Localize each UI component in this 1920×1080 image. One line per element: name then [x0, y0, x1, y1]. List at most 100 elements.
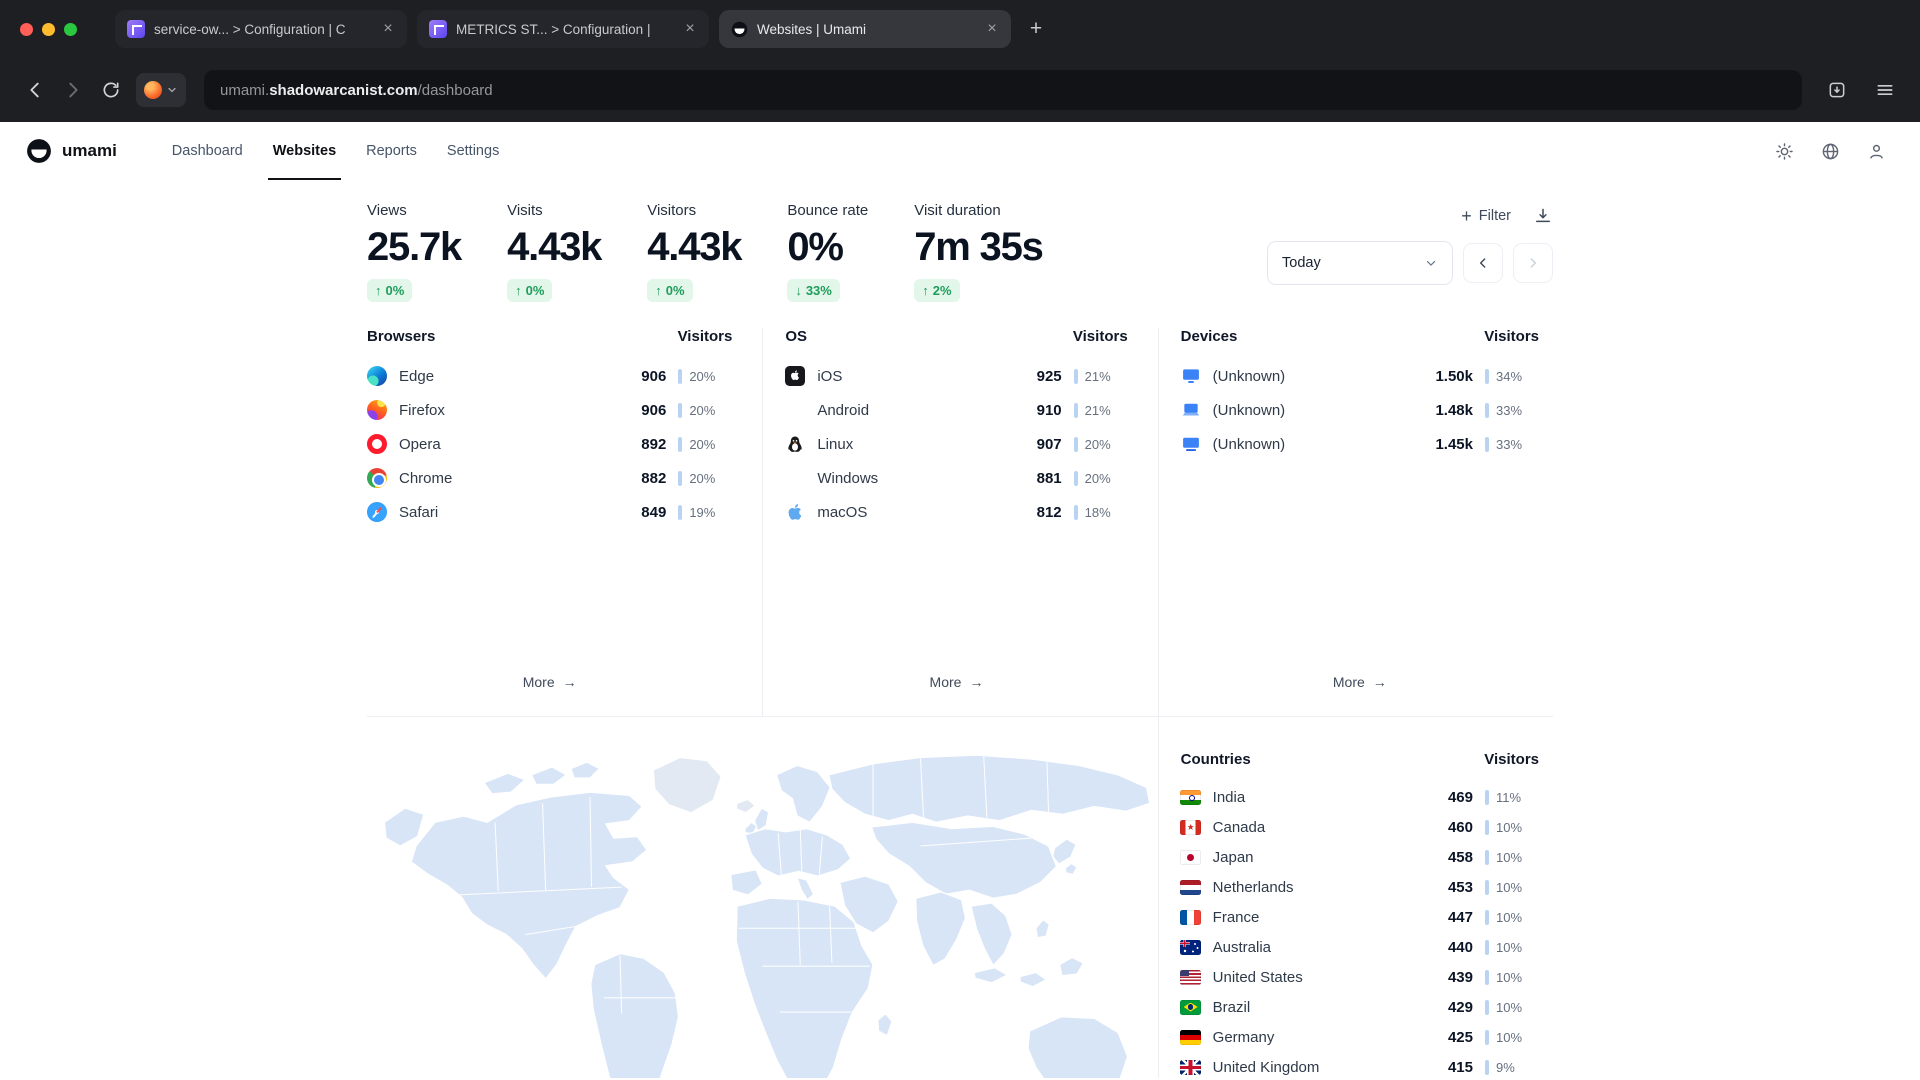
country-row[interactable]: Australia44010% — [1181, 932, 1539, 962]
coolify-favicon-icon — [429, 20, 447, 38]
country-row[interactable]: Japan45810% — [1181, 842, 1539, 872]
monitor-icon — [1181, 434, 1201, 454]
browsers-more-link[interactable]: More → — [523, 654, 577, 690]
chevron-down-icon — [166, 84, 178, 96]
umami-favicon-icon — [731, 21, 748, 38]
previous-period-button[interactable] — [1463, 243, 1503, 283]
profile-icon[interactable] — [1858, 133, 1894, 169]
devices-more-link[interactable]: More → — [1333, 654, 1387, 690]
metric-bounce-rate: Bounce rate0%↓33% — [787, 202, 868, 302]
browser-tab-active[interactable]: Websites | Umami × — [719, 10, 1011, 48]
os-list: iOS92521%Android91021%Linux90720%Windows… — [785, 359, 1127, 529]
profile-chip[interactable] — [136, 73, 186, 107]
toolbar-right-icons — [1820, 73, 1902, 107]
arrow-up-icon: ↑ — [922, 283, 929, 298]
theme-toggle-icon[interactable] — [1766, 133, 1802, 169]
metric-label: Visitors — [647, 202, 741, 219]
linux-icon — [785, 434, 805, 454]
browser-tab-1[interactable]: service-ow... > Configuration | C × — [115, 10, 407, 48]
brand-name: umami — [62, 141, 117, 161]
close-tab-icon[interactable]: × — [379, 21, 397, 37]
back-button[interactable] — [18, 73, 52, 107]
windows-icon — [785, 468, 805, 488]
browser-tab-2[interactable]: METRICS ST... > Configuration | × — [417, 10, 709, 48]
browsers-row[interactable]: Opera89220% — [367, 427, 732, 461]
panel-devices: DevicesVisitors(Unknown)1.50k34%(Unknown… — [1158, 328, 1553, 716]
country-name: France — [1213, 909, 1260, 926]
devices-row[interactable]: (Unknown)1.48k33% — [1181, 393, 1539, 427]
row-percent: 21% — [1074, 369, 1128, 384]
tab-label: Websites | Umami — [757, 22, 974, 37]
country-visitors-value: 447 — [1448, 909, 1473, 926]
metric-value: 0% — [787, 227, 868, 267]
percent-bar — [1074, 369, 1078, 384]
os-row[interactable]: Android91021% — [785, 393, 1127, 427]
percent-bar — [1074, 403, 1078, 418]
menu-icon[interactable] — [1868, 73, 1902, 107]
browsers-row[interactable]: Edge90620% — [367, 359, 732, 393]
percent-bar — [678, 471, 682, 486]
forward-button[interactable] — [56, 73, 90, 107]
new-tab-button[interactable]: + — [1021, 14, 1051, 44]
devices-list: (Unknown)1.50k34%(Unknown)1.48k33%(Unkno… — [1181, 359, 1539, 461]
country-percent: 9% — [1485, 1060, 1539, 1075]
export-download-icon[interactable] — [1533, 206, 1553, 226]
os-row[interactable]: Linux90720% — [785, 427, 1127, 461]
browsers-row[interactable]: Chrome88220% — [367, 461, 732, 495]
flag-us-icon — [1181, 967, 1201, 987]
metric-label: Visits — [507, 202, 601, 219]
percent-bar — [1485, 850, 1489, 865]
percent-bar — [678, 369, 682, 384]
row-label: (Unknown) — [1213, 368, 1286, 385]
nav-item-settings[interactable]: Settings — [432, 122, 514, 180]
flag-jp-icon — [1181, 847, 1201, 867]
language-globe-icon[interactable] — [1812, 133, 1848, 169]
zoom-window-button[interactable] — [64, 23, 77, 36]
close-window-button[interactable] — [20, 23, 33, 36]
country-visitors-value: 429 — [1448, 999, 1473, 1016]
nav-item-reports[interactable]: Reports — [351, 122, 432, 180]
os-row[interactable]: Windows88120% — [785, 461, 1127, 495]
minimize-window-button[interactable] — [42, 23, 55, 36]
country-row[interactable]: United Kingdom4159% — [1181, 1052, 1539, 1078]
close-tab-icon[interactable]: × — [681, 21, 699, 37]
row-percent: 20% — [1074, 437, 1128, 452]
extension-icon[interactable] — [1820, 73, 1854, 107]
row-label: (Unknown) — [1213, 402, 1286, 419]
date-range-select[interactable]: Today — [1267, 241, 1453, 285]
devices-row[interactable]: (Unknown)1.45k33% — [1181, 427, 1539, 461]
metric-change-badge: ↑0% — [367, 279, 412, 302]
url-path: /dashboard — [418, 82, 493, 99]
country-row[interactable]: India46911% — [1181, 782, 1539, 812]
country-row[interactable]: Canada46010% — [1181, 812, 1539, 842]
os-row[interactable]: iOS92521% — [785, 359, 1127, 393]
next-period-button[interactable] — [1513, 243, 1553, 283]
country-row[interactable]: France44710% — [1181, 902, 1539, 932]
percent-bar — [1485, 970, 1489, 985]
row-visitors-value: 849 — [641, 504, 666, 521]
nav-item-websites[interactable]: Websites — [258, 122, 351, 180]
nav-item-dashboard[interactable]: Dashboard — [157, 122, 258, 180]
umami-brand[interactable]: umami — [26, 138, 117, 164]
country-row[interactable]: Brazil42910% — [1181, 992, 1539, 1022]
country-row[interactable]: Netherlands45310% — [1181, 872, 1539, 902]
row-percent: 18% — [1074, 505, 1128, 520]
filter-button[interactable]: + Filter — [1461, 207, 1511, 225]
profile-avatar-icon — [144, 81, 162, 99]
panel-os: OSVisitorsiOS92521%Android91021%Linux907… — [762, 328, 1157, 716]
country-row[interactable]: United States43910% — [1181, 962, 1539, 992]
reload-button[interactable] — [94, 73, 128, 107]
os-row[interactable]: macOS81218% — [785, 495, 1127, 529]
devices-row[interactable]: (Unknown)1.50k34% — [1181, 359, 1539, 393]
percent-bar — [1485, 820, 1489, 835]
address-bar[interactable]: umami.shadowarcanist.com/dashboard — [204, 70, 1802, 110]
browsers-row[interactable]: Safari84919% — [367, 495, 732, 529]
window-controls — [20, 23, 77, 36]
country-visitors-value: 458 — [1448, 849, 1473, 866]
close-tab-icon[interactable]: × — [983, 21, 1001, 37]
flag-nl-icon — [1181, 877, 1201, 897]
os-more-link[interactable]: More → — [930, 654, 984, 690]
metrics: Views25.7k↑0%Visits4.43k↑0%Visitors4.43k… — [367, 202, 1043, 302]
browsers-row[interactable]: Firefox90620% — [367, 393, 732, 427]
country-row[interactable]: Germany42510% — [1181, 1022, 1539, 1052]
